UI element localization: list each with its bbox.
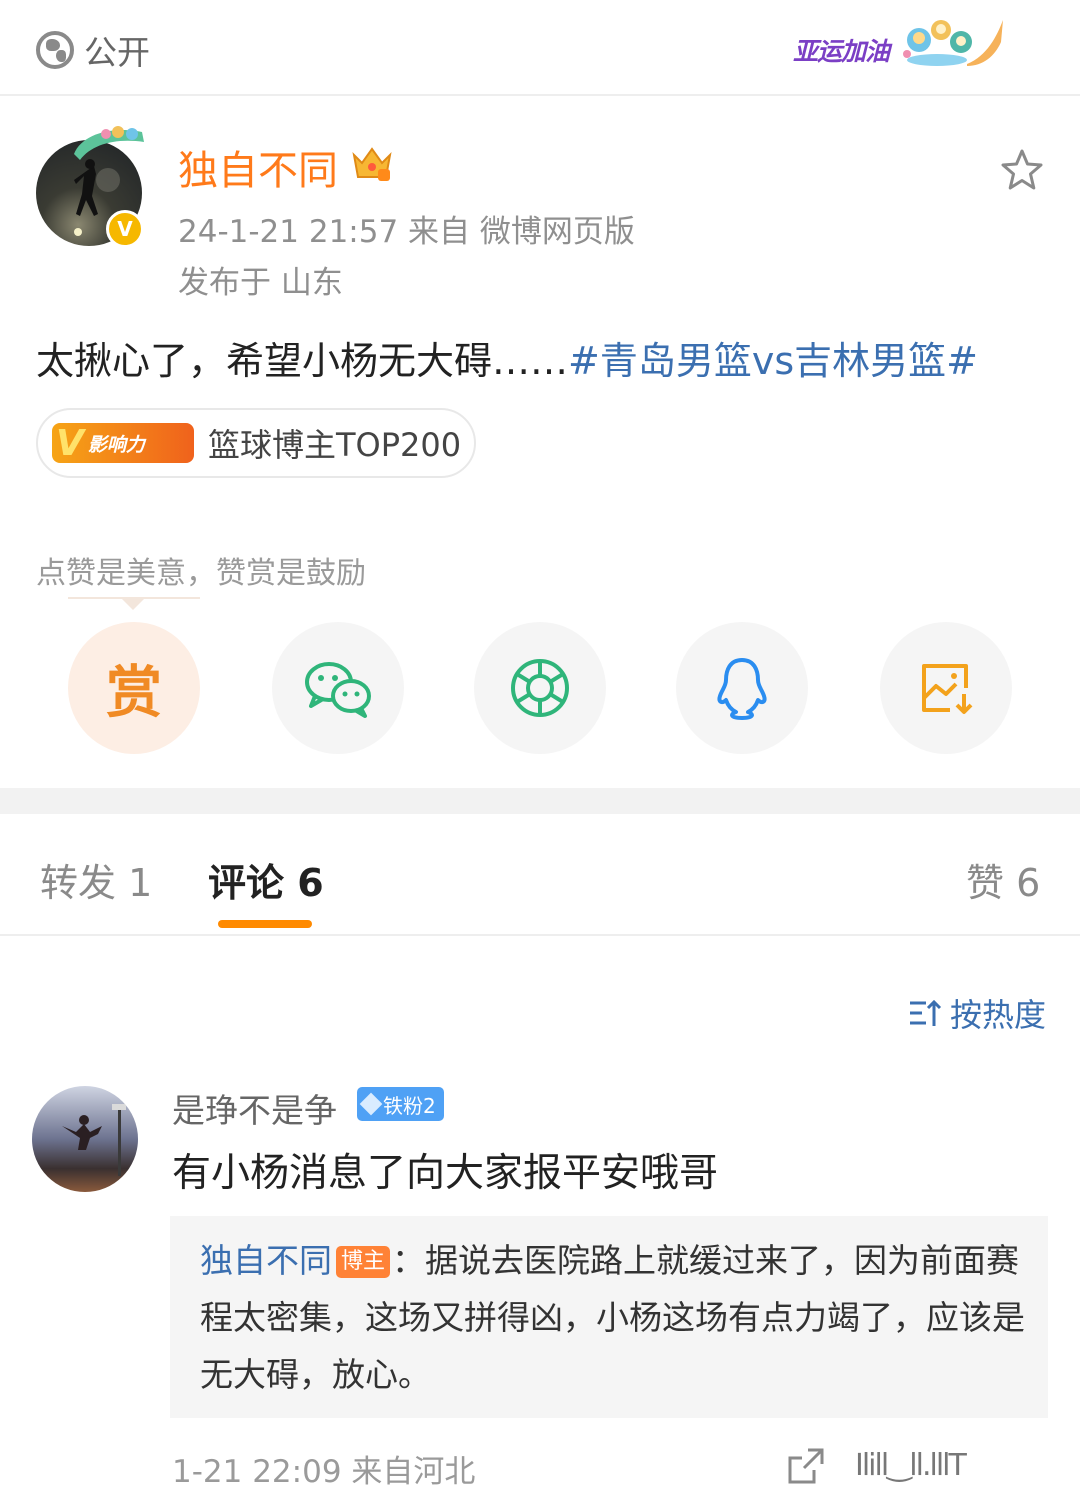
influence-text: 篮球博主TOP200 [208, 426, 462, 464]
banner-text: 亚运加油 [793, 37, 890, 66]
reward-icon: 赏 [106, 660, 162, 726]
post-location: 发布于 山东 [178, 265, 343, 301]
share-qq-button[interactable] [676, 622, 808, 754]
influence-v-icon: V [56, 422, 84, 464]
influence-pill[interactable]: V 影响力 篮球博主TOP200 [36, 408, 476, 478]
host-badge: 博主 [336, 1246, 391, 1278]
influence-badge: V 影响力 [52, 422, 194, 464]
fan-badge-label: 铁粉2 [383, 1093, 436, 1118]
sort-icon [910, 999, 942, 1026]
sort-label: 按热度 [950, 996, 1047, 1034]
comment-time-location: 1-21 22:09 来自河北 [172, 1454, 476, 1490]
globe-icon [36, 31, 74, 69]
diamond-icon [359, 1092, 383, 1116]
moments-icon [511, 659, 569, 717]
active-tab-indicator [218, 920, 312, 928]
sort-by-hot-button[interactable]: 按热度 [908, 990, 1046, 1036]
visibility-label: 公开 [84, 33, 150, 72]
influence-badge-label: 影响力 [87, 433, 145, 456]
share-icon[interactable] [786, 1446, 826, 1486]
share-moments-button[interactable] [474, 622, 606, 754]
wechat-icon [305, 662, 371, 718]
hint-caret-icon [120, 597, 146, 610]
post-text: 太揪心了，希望小杨无大碍……#青岛男篮vs吉林男篮# [36, 330, 978, 385]
save-image-icon [922, 664, 973, 714]
reward-button[interactable]: 赏 [68, 622, 200, 754]
commenter-avatar[interactable] [32, 1086, 138, 1192]
post-time-source: 24-1-21 21:57 来自 微博网页版 [178, 214, 635, 250]
verified-badge-icon: V [106, 210, 144, 248]
reward-hint: 点赞是美意，赞赏是鼓励 [36, 556, 366, 591]
asian-games-banner[interactable]: 亚运加油 [793, 14, 1008, 72]
mascot-illustration-icon [903, 20, 1003, 66]
section-divider [0, 788, 1080, 814]
comment-actions-text: Ilill‿ll.lllT [855, 1448, 967, 1483]
reply-content: 独自不同 博主 ：据说去医院路上就缓过来了，因为前面赛程太密集，这场又拼得凶，小杨这… [200, 1232, 1030, 1403]
tab-likes[interactable]: 赞 6 [966, 852, 1040, 907]
qq-icon [717, 658, 767, 720]
tabs-divider [0, 934, 1080, 936]
favorite-star-icon[interactable] [998, 147, 1046, 195]
post-hashtag-link[interactable]: #青岛男篮vs吉林男篮# [568, 339, 978, 383]
iron-fan-badge: 铁粉2 [357, 1087, 444, 1121]
post-text-body: 太揪心了，希望小杨无大碍…… [36, 339, 569, 383]
tab-comments[interactable]: 评论 6 [208, 852, 324, 907]
dunk-silhouette-icon [62, 1104, 126, 1176]
reply-author[interactable]: 独自不同 [200, 1241, 332, 1280]
share-wechat-button[interactable] [272, 622, 404, 754]
commenter-name[interactable]: 是琤不是争 [172, 1084, 337, 1132]
top-bar: 公开 亚运加油 [0, 0, 1080, 96]
save-image-button[interactable] [880, 622, 1012, 754]
comment-text: 有小杨消息了向大家报平安哦哥 [172, 1151, 719, 1196]
reply-preview[interactable]: 独自不同 博主 ：据说去医院路上就缓过来了，因为前面赛程太密集，这场又拼得凶，小杨这… [170, 1216, 1048, 1418]
asian-games-avatar-frame-icon [74, 126, 144, 160]
visibility-setting[interactable]: 公开 [36, 26, 150, 74]
tab-repost[interactable]: 转发 1 [40, 852, 152, 907]
author-name[interactable]: 独自不同 [178, 138, 338, 196]
crown-member-icon [352, 147, 392, 181]
